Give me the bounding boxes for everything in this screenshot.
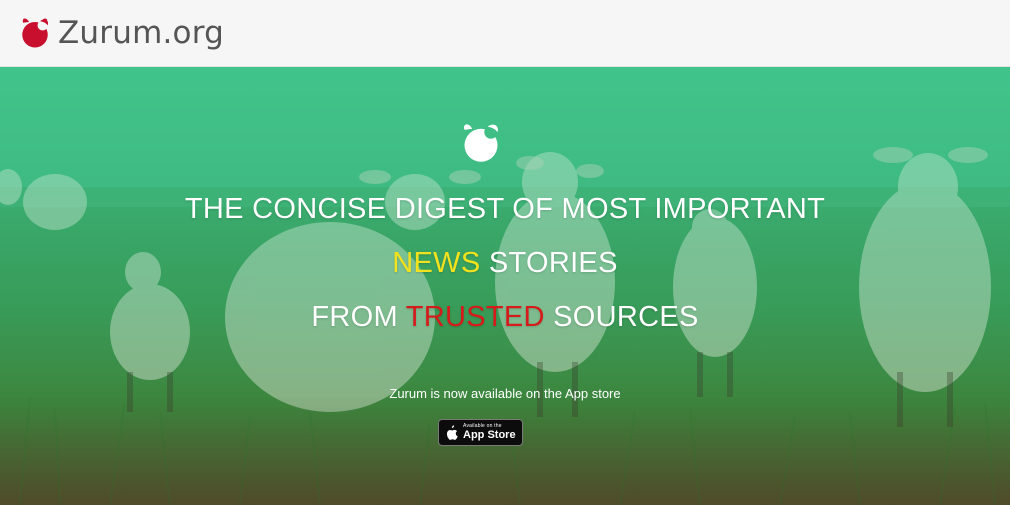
zurum-sheep-icon	[464, 124, 498, 162]
app-store-badge-button[interactable]: Available on the App Store	[438, 419, 523, 446]
headline-line-3-start: FROM	[311, 301, 406, 333]
app-availability-note: Zurum is now available on the App store	[389, 386, 621, 401]
headline-highlight-news: NEWS	[392, 247, 481, 279]
app-store-badge-text: Available on the App Store	[463, 424, 516, 441]
headline-line-3: FROM TRUSTED SOURCES	[0, 301, 1010, 334]
brand-home-link[interactable]: Zurum.org	[18, 15, 224, 51]
hero-content: THE CONCISE DIGEST OF MOST IMPORTANT NEW…	[0, 67, 1010, 505]
hero-banner: THE CONCISE DIGEST OF MOST IMPORTANT NEW…	[0, 67, 1010, 505]
headline-highlight-trusted: TRUSTED	[405, 301, 545, 333]
top-nav-bar: Zurum.org	[0, 0, 1010, 67]
headline-line-2-rest: STORIES	[480, 247, 618, 279]
apple-icon	[446, 424, 458, 440]
brand-name: Zurum.org	[58, 15, 224, 51]
headline-line-1: THE CONCISE DIGEST OF MOST IMPORTANT	[184, 193, 826, 225]
headline-line-2: NEWS STORIES	[0, 247, 1010, 280]
app-store-badge-big-text: App Store	[463, 429, 516, 441]
headline-line-3-end: SOURCES	[544, 301, 699, 333]
zurum-logo-icon	[22, 18, 49, 48]
